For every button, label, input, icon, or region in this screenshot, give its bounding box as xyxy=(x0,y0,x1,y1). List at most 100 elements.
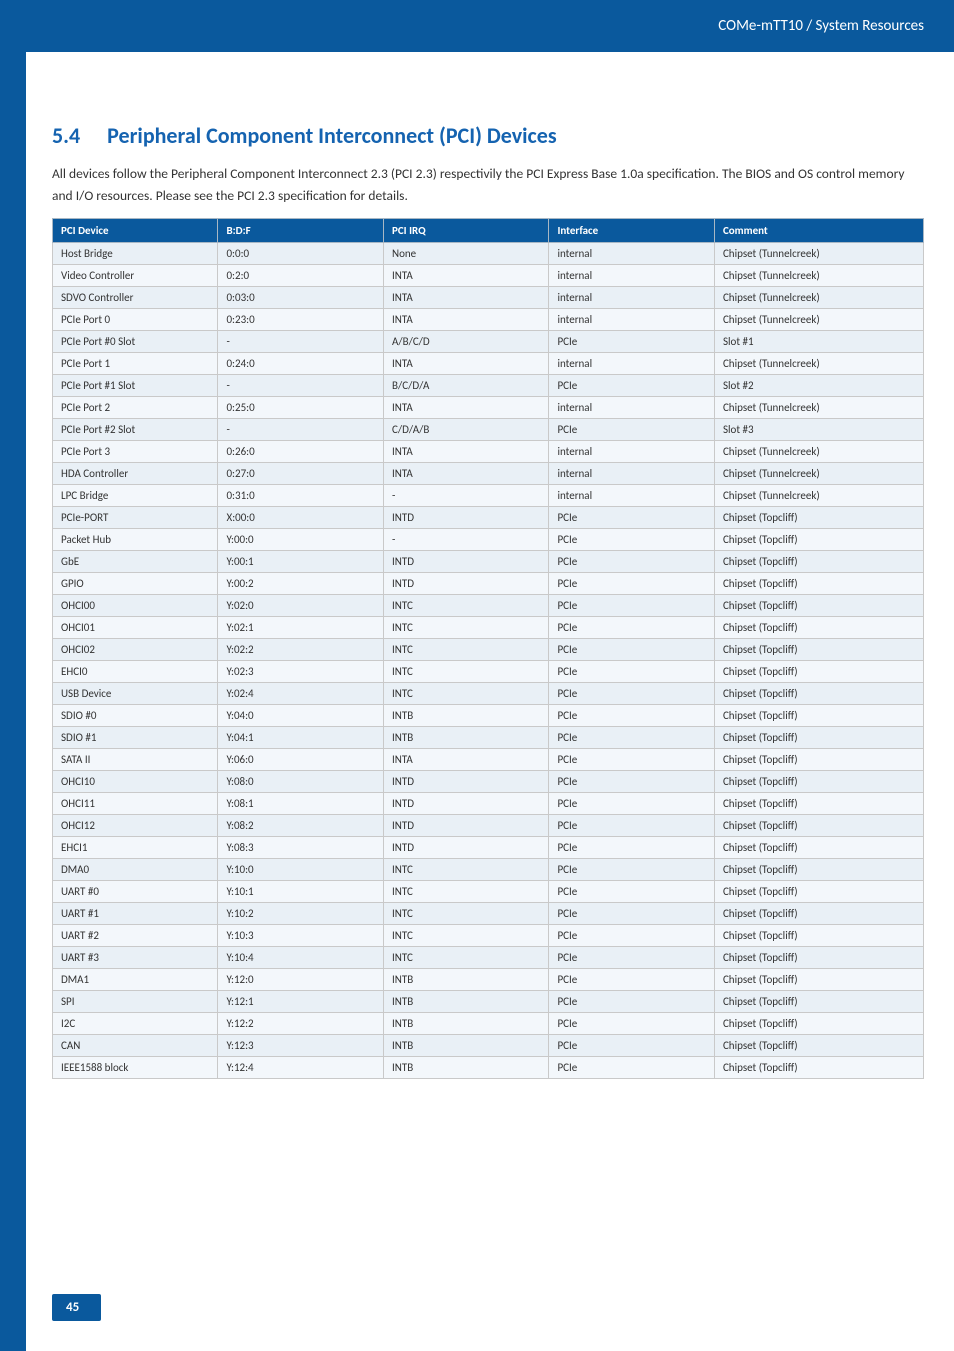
table-cell: Chipset (Tunnelcreek) xyxy=(714,397,923,419)
table-cell: INTC xyxy=(383,639,548,661)
table-cell: C/D/A/B xyxy=(383,419,548,441)
table-cell: Chipset (Topcliff) xyxy=(714,661,923,683)
page: COMe-mTT10 / System Resources 5.4 Periph… xyxy=(0,0,954,1351)
content-area: 5.4 Peripheral Component Interconnect (P… xyxy=(0,52,954,1079)
table-cell: Chipset (Topcliff) xyxy=(714,595,923,617)
table-row: OHCI11Y:08:1INTDPCIeChipset (Topcliff) xyxy=(53,793,924,815)
table-cell: PCIe xyxy=(549,551,714,573)
table-cell: INTA xyxy=(383,397,548,419)
table-cell: internal xyxy=(549,397,714,419)
table-cell: INTB xyxy=(383,705,548,727)
table-cell: Chipset (Topcliff) xyxy=(714,551,923,573)
table-cell: PCIe Port 2 xyxy=(53,397,218,419)
table-cell: Chipset (Topcliff) xyxy=(714,507,923,529)
table-cell: INTB xyxy=(383,727,548,749)
table-cell: INTA xyxy=(383,441,548,463)
table-cell: Host Bridge xyxy=(53,243,218,265)
table-row: EHCI0Y:02:3INTCPCIeChipset (Topcliff) xyxy=(53,661,924,683)
table-cell: PCIe xyxy=(549,661,714,683)
table-column-header: PCI Device xyxy=(53,219,218,243)
table-cell: 0:2:0 xyxy=(218,265,383,287)
table-row: PCIe Port #0 Slot-A/B/C/DPCIeSlot #1 xyxy=(53,331,924,353)
table-cell: CAN xyxy=(53,1035,218,1057)
table-cell: UART #3 xyxy=(53,947,218,969)
table-cell: Packet Hub xyxy=(53,529,218,551)
table-row: GbEY:00:1INTDPCIeChipset (Topcliff) xyxy=(53,551,924,573)
table-cell: Chipset (Topcliff) xyxy=(714,1035,923,1057)
table-cell: Chipset (Tunnelcreek) xyxy=(714,485,923,507)
table-row: USB DeviceY:02:4INTCPCIeChipset (Topclif… xyxy=(53,683,924,705)
table-header: PCI DeviceB:D:FPCI IRQInterfaceComment xyxy=(53,219,924,243)
table-cell: GPIO xyxy=(53,573,218,595)
table-cell: PCIe xyxy=(549,815,714,837)
table-cell: OHCI02 xyxy=(53,639,218,661)
table-row: LPC Bridge0:31:0-internalChipset (Tunnel… xyxy=(53,485,924,507)
table-cell: PCIe xyxy=(549,595,714,617)
table-cell: Chipset (Topcliff) xyxy=(714,683,923,705)
table-cell: Chipset (Topcliff) xyxy=(714,573,923,595)
section-heading: 5.4 Peripheral Component Interconnect (P… xyxy=(52,122,924,149)
table-cell: PCIe Port #2 Slot xyxy=(53,419,218,441)
table-column-header: Comment xyxy=(714,219,923,243)
table-row: OHCI10Y:08:0INTDPCIeChipset (Topcliff) xyxy=(53,771,924,793)
table-cell: Y:02:3 xyxy=(218,661,383,683)
table-cell: PCIe xyxy=(549,529,714,551)
table-cell: INTB xyxy=(383,1057,548,1079)
table-cell: 0:31:0 xyxy=(218,485,383,507)
table-cell: INTD xyxy=(383,573,548,595)
table-cell: EHCI0 xyxy=(53,661,218,683)
table-cell: Chipset (Topcliff) xyxy=(714,749,923,771)
table-cell: Y:04:1 xyxy=(218,727,383,749)
table-cell: internal xyxy=(549,309,714,331)
table-cell: UART #2 xyxy=(53,925,218,947)
table-cell: PCIe xyxy=(549,419,714,441)
table-row: EHCI1Y:08:3INTDPCIeChipset (Topcliff) xyxy=(53,837,924,859)
table-cell: PCIe Port #0 Slot xyxy=(53,331,218,353)
section-intro: All devices follow the Peripheral Compon… xyxy=(52,163,924,206)
table-row: CANY:12:3INTBPCIeChipset (Topcliff) xyxy=(53,1035,924,1057)
table-cell: INTD xyxy=(383,551,548,573)
table-cell: PCIe Port 3 xyxy=(53,441,218,463)
table-cell: Y:02:4 xyxy=(218,683,383,705)
table-cell: PCIe xyxy=(549,683,714,705)
table-cell: 0:27:0 xyxy=(218,463,383,485)
table-cell: PCIe-PORT xyxy=(53,507,218,529)
table-cell: INTC xyxy=(383,617,548,639)
table-cell: INTD xyxy=(383,771,548,793)
table-cell: INTC xyxy=(383,881,548,903)
table-row: PCIe Port 00:23:0INTAinternalChipset (Tu… xyxy=(53,309,924,331)
table-column-header: PCI IRQ xyxy=(383,219,548,243)
table-cell: Y:12:0 xyxy=(218,969,383,991)
table-cell: Chipset (Topcliff) xyxy=(714,1057,923,1079)
table-cell: PCIe xyxy=(549,1057,714,1079)
table-cell: Chipset (Topcliff) xyxy=(714,727,923,749)
table-row: Video Controller0:2:0INTAinternalChipset… xyxy=(53,265,924,287)
table-cell: Chipset (Topcliff) xyxy=(714,771,923,793)
table-row: PCIe Port 30:26:0INTAinternalChipset (Tu… xyxy=(53,441,924,463)
table-cell: SDIO #1 xyxy=(53,727,218,749)
table-row: PCIe Port 20:25:0INTAinternalChipset (Tu… xyxy=(53,397,924,419)
table-cell: 0:03:0 xyxy=(218,287,383,309)
table-cell: Chipset (Topcliff) xyxy=(714,815,923,837)
table-cell: Y:00:2 xyxy=(218,573,383,595)
table-cell: INTA xyxy=(383,309,548,331)
table-cell: B/C/D/A xyxy=(383,375,548,397)
table-cell: PCIe xyxy=(549,727,714,749)
table-cell: DMA1 xyxy=(53,969,218,991)
table-cell: INTC xyxy=(383,859,548,881)
table-cell: Chipset (Topcliff) xyxy=(714,859,923,881)
table-cell: PCIe xyxy=(549,705,714,727)
table-column-header: B:D:F xyxy=(218,219,383,243)
table-cell: UART #0 xyxy=(53,881,218,903)
table-cell: Chipset (Topcliff) xyxy=(714,903,923,925)
table-cell: Chipset (Tunnelcreek) xyxy=(714,243,923,265)
breadcrumb: COMe-mTT10 / System Resources xyxy=(718,17,924,35)
table-cell: - xyxy=(383,485,548,507)
table-cell: INTC xyxy=(383,661,548,683)
table-cell: PCIe xyxy=(549,881,714,903)
table-cell: 0:0:0 xyxy=(218,243,383,265)
table-cell: PCIe xyxy=(549,991,714,1013)
table-cell: Chipset (Tunnelcreek) xyxy=(714,265,923,287)
table-cell: Y:08:0 xyxy=(218,771,383,793)
table-cell: Y:10:2 xyxy=(218,903,383,925)
